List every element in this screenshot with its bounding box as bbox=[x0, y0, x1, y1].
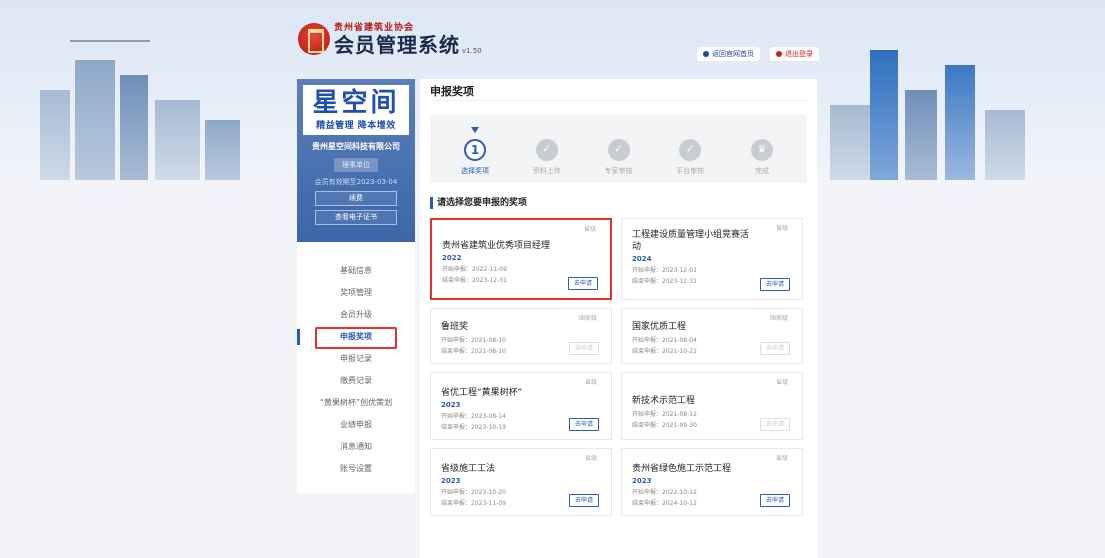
award-level-tag: 国家级 bbox=[769, 315, 788, 322]
building bbox=[945, 65, 975, 180]
sidebar-item-member-upgrade[interactable]: 会员升级 bbox=[297, 304, 415, 326]
award-name: 工程建设质量管理小组竞赛活动 bbox=[632, 230, 750, 252]
step-platform-review: ✓ 平台审核 bbox=[665, 115, 715, 183]
award-level-tag: 省级 bbox=[775, 455, 788, 462]
building bbox=[905, 90, 937, 180]
sidebar-item-notifications[interactable]: 消息通知 bbox=[297, 436, 415, 458]
apply-button[interactable]: 去申请 bbox=[760, 278, 790, 291]
apply-button[interactable]: 去申请 bbox=[569, 342, 599, 355]
award-card: 省级 新技术示范工程 开始申报：2021-08-12 结束申报：2021-09-… bbox=[621, 372, 803, 440]
crane bbox=[70, 40, 150, 42]
step-upload: ✓ 资料上传 bbox=[522, 115, 572, 183]
award-name: 贵州省建筑业优秀项目经理 bbox=[442, 241, 551, 251]
award-card: 省级 工程建设质量管理小组竞赛活动 2024 开始申报：2023-12-01 结… bbox=[621, 218, 803, 300]
award-card: 国家级 国家优质工程 开始申报：2021-08-04 结束申报：2021-10-… bbox=[621, 308, 803, 364]
page-title: 申报奖项 bbox=[430, 79, 807, 101]
sidebar-item-performance[interactable]: 业绩申报 bbox=[297, 414, 415, 436]
award-year: 2022 bbox=[442, 254, 462, 262]
building bbox=[985, 110, 1025, 180]
check-icon: ✓ bbox=[679, 139, 702, 161]
home-link[interactable]: 返回官网首页 bbox=[697, 47, 760, 61]
award-card: 省级 贵州省建筑业优秀项目经理 2022 开始申报：2022-11-09 结束申… bbox=[430, 218, 612, 300]
apply-button[interactable]: 去申请 bbox=[569, 494, 599, 507]
check-icon: ✓ bbox=[535, 139, 558, 161]
association-name: 贵州省建筑业协会 bbox=[334, 23, 415, 33]
award-name: 省优工程“黄果树杯” bbox=[441, 388, 523, 398]
award-start-date: 开始申报：2023-12-01 bbox=[632, 267, 697, 274]
award-name: 鲁班奖 bbox=[441, 322, 469, 332]
step-number-icon: 1 bbox=[464, 139, 486, 161]
award-name: 新技术示范工程 bbox=[632, 396, 696, 406]
building bbox=[830, 105, 870, 180]
renew-button[interactable]: 续费 bbox=[315, 191, 397, 206]
building bbox=[870, 50, 898, 180]
award-level-tag: 省级 bbox=[584, 455, 597, 462]
award-level-tag: 省级 bbox=[583, 226, 596, 233]
check-icon: ✓ bbox=[607, 139, 630, 161]
version-label: v1.50 bbox=[462, 47, 482, 55]
crown-icon: ♛ bbox=[751, 139, 773, 161]
award-card: 省级 贵州省绿色施工示范工程 2023 开始申报：2022-10-12 结束申报… bbox=[621, 448, 803, 516]
view-certificate-button[interactable]: 查看电子证书 bbox=[315, 210, 397, 225]
award-year: 2023 bbox=[441, 401, 461, 409]
highlight-box bbox=[315, 327, 397, 349]
step-select-award: 1 选择奖项 bbox=[450, 115, 500, 183]
member-level-badge: 理事单位 bbox=[334, 158, 378, 172]
sidebar-item-payment-records[interactable]: 缴费记录 bbox=[297, 370, 415, 392]
company-logo: 星空间 精益管理 降本增效 bbox=[303, 85, 409, 135]
main-panel: 申报奖项 1 选择奖项 ✓ 资料上传 ✓ 专家审核 ✓ 平台审核 ♛ 完成 请选… bbox=[420, 79, 817, 558]
sidebar-menu: 基础信息 奖项管理 会员升级 申报奖项 申报记录 缴费记录 “黄果树杯”创优策划… bbox=[297, 242, 415, 480]
building bbox=[120, 75, 148, 180]
award-name: 贵州省绿色施工示范工程 bbox=[632, 464, 732, 474]
section-title: 请选择您要申报的奖项 bbox=[430, 197, 807, 209]
award-card: 省级 省优工程“黄果树杯” 2023 开始申报：2023-08-14 结束申报：… bbox=[430, 372, 612, 440]
logo: 贵州省建筑业协会 会员管理系统 v1.50 bbox=[298, 20, 482, 57]
award-year: 2023 bbox=[632, 477, 652, 485]
membership-expiry: 会员有效期至2023-03-04 bbox=[314, 178, 398, 186]
association-emblem-icon bbox=[298, 22, 330, 55]
building bbox=[155, 100, 200, 180]
apply-button[interactable]: 去申请 bbox=[760, 342, 790, 355]
award-year: 2023 bbox=[441, 477, 461, 485]
building bbox=[40, 90, 70, 180]
sidebar-item-award-management[interactable]: 奖项管理 bbox=[297, 282, 415, 304]
home-icon bbox=[703, 51, 709, 57]
award-start-date: 开始申报：2022-11-09 bbox=[442, 266, 507, 273]
sidebar-item-account-settings[interactable]: 账号设置 bbox=[297, 458, 415, 480]
system-title: 会员管理系统 bbox=[334, 33, 460, 57]
company-name: 贵州星空间科技有限公司 bbox=[312, 142, 400, 151]
apply-button[interactable]: 去申请 bbox=[568, 277, 598, 290]
award-name: 省级施工工法 bbox=[441, 464, 496, 474]
logout-link[interactable]: 退出登录 bbox=[770, 47, 819, 61]
profile-card: 星空间 精益管理 降本增效 贵州星空间科技有限公司 理事单位 会员有效期至202… bbox=[297, 79, 415, 242]
award-year: 2024 bbox=[632, 255, 652, 263]
award-start-date: 开始申报：2021-08-12 bbox=[632, 411, 697, 418]
award-grid: 省级 贵州省建筑业优秀项目经理 2022 开始申报：2022-11-09 结束申… bbox=[430, 218, 807, 516]
power-icon bbox=[776, 51, 782, 57]
award-name: 国家优质工程 bbox=[632, 322, 687, 332]
award-level-tag: 省级 bbox=[775, 379, 788, 386]
apply-button[interactable]: 去申请 bbox=[760, 418, 790, 431]
sidebar-item-basic-info[interactable]: 基础信息 bbox=[297, 260, 415, 282]
award-level-tag: 国家级 bbox=[578, 315, 597, 322]
sidebar-item-apply-records[interactable]: 申报记录 bbox=[297, 348, 415, 370]
award-card: 国家级 鲁班奖 开始申报：2021-08-10 结束申报：2021-08-10 … bbox=[430, 308, 612, 364]
sidebar-item-huangguoshu-plan[interactable]: “黄果树杯”创优策划 bbox=[297, 392, 415, 414]
apply-button[interactable]: 去申请 bbox=[760, 494, 790, 507]
sidebar: 星空间 精益管理 降本增效 贵州星空间科技有限公司 理事单位 会员有效期至202… bbox=[297, 79, 415, 493]
award-level-tag: 省级 bbox=[584, 379, 597, 386]
building bbox=[205, 120, 240, 180]
award-level-tag: 省级 bbox=[775, 225, 788, 232]
apply-button[interactable]: 去申请 bbox=[569, 418, 599, 431]
step-complete: ♛ 完成 bbox=[737, 115, 787, 183]
award-card: 省级 省级施工工法 2023 开始申报：2023-10-20 结束申报：2023… bbox=[430, 448, 612, 516]
sidebar-item-apply-award[interactable]: 申报奖项 bbox=[297, 326, 415, 349]
building bbox=[75, 60, 115, 180]
progress-steps: 1 选择奖项 ✓ 资料上传 ✓ 专家审核 ✓ 平台审核 ♛ 完成 bbox=[430, 115, 807, 183]
step-expert-review: ✓ 专家审核 bbox=[594, 115, 644, 183]
